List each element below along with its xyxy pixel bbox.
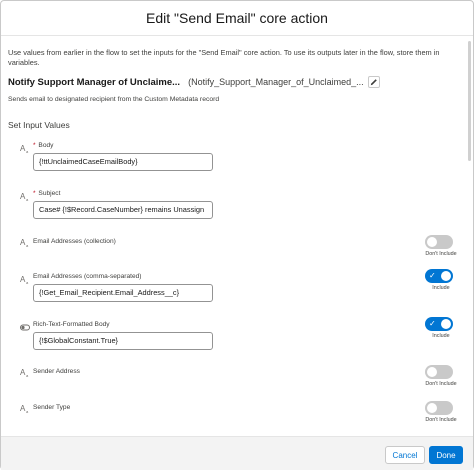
rich-text-body-input[interactable]: {!$GlobalConstant.True} [33,332,213,350]
done-button[interactable]: Done [429,446,463,464]
param-sender-address-label: Sender Address [33,368,80,375]
pencil-icon [370,79,377,86]
action-api-name: (Notify_Support_Manager_of_Unclaimed_... [188,77,364,87]
toggle-caption: Include [432,333,450,339]
action-label: Notify Support Manager of Unclaime... [8,76,181,88]
modal-header: Edit "Send Email" core action [1,1,473,36]
text-type-icon: A a [20,144,29,153]
modal-body: Use values from earlier in the flow to s… [1,36,473,436]
scrollbar[interactable] [468,41,471,161]
required-marker: * [33,190,36,197]
body-input[interactable]: {!ttUnclaimedCaseEmailBody} [33,153,213,171]
check-icon: ✓ [429,319,436,328]
param-sender-address: A a Sender Address Don't Include [1,365,473,399]
toggle-knob [427,237,437,247]
text-type-icon: A a [20,192,29,201]
email-comma-toggle[interactable]: ✓ [425,269,453,283]
action-description: Sends email to designated recipient from… [8,96,220,103]
email-comma-input[interactable]: {!Get_Email_Recipient.Email_Address__c} [33,284,213,302]
svg-text:a: a [26,243,29,247]
svg-text:a: a [26,409,29,413]
email-comma-toggle-wrap: ✓ Include [423,269,459,291]
email-collection-toggle-wrap: Don't Include [423,235,459,257]
edit-action-modal: Edit "Send Email" core action Use values… [0,0,474,470]
action-name-row: Notify Support Manager of Unclaime... (N… [8,76,380,88]
svg-text:a: a [26,373,29,377]
toggle-caption: Include [432,285,450,291]
sender-address-toggle-wrap: Don't Include [423,365,459,387]
param-body-label: * Body [33,142,53,149]
param-body: A a * Body {!ttUnclaimedCaseEmailBody} [1,141,473,175]
param-rich-text-body-label: Rich-Text-Formatted Body [33,321,110,328]
section-title: Set Input Values [8,120,70,130]
modal-footer: Cancel Done [1,436,473,470]
required-marker: * [33,142,36,149]
toggle-type-icon [20,324,30,331]
toggle-caption: Don't Include [425,381,457,387]
param-rich-text-body: Rich-Text-Formatted Body {!$GlobalConsta… [1,317,473,354]
svg-text:a: a [26,197,29,201]
toggle-knob [427,367,437,377]
text-type-icon: A a [20,404,29,413]
param-sender-type: A a Sender Type Don't Include [1,401,473,435]
toggle-knob [441,271,451,281]
text-type-icon: A a [20,275,29,284]
param-sender-type-label: Sender Type [33,404,71,411]
toggle-caption: Don't Include [425,417,457,423]
sender-type-toggle-wrap: Don't Include [423,401,459,423]
text-type-icon: A a [20,368,29,377]
toggle-caption: Don't Include [425,251,457,257]
svg-text:a: a [26,149,29,153]
toggle-knob [427,403,437,413]
param-email-comma: A a Email Addresses (comma-separated) {!… [1,269,473,306]
param-subject: A a * Subject Case# {!$Record.CaseNumber… [1,189,473,223]
check-icon: ✓ [429,271,436,280]
toggle-knob [441,319,451,329]
sender-address-toggle[interactable] [425,365,453,379]
modal-title: Edit "Send Email" core action [146,10,328,26]
text-type-icon: A a [20,238,29,247]
subject-input[interactable]: Case# {!$Record.CaseNumber} remains Unas… [33,201,213,219]
rich-text-body-toggle-wrap: ✓ Include [423,317,459,339]
param-email-comma-label: Email Addresses (comma-separated) [33,273,142,280]
svg-text:a: a [26,280,29,284]
param-subject-label: * Subject [33,190,60,197]
cancel-button[interactable]: Cancel [385,446,425,464]
email-collection-toggle[interactable] [425,235,453,249]
param-email-collection: A a Email Addresses (collection) Don't I… [1,235,473,269]
param-body-label-text: Body [38,142,54,149]
rich-text-body-toggle[interactable]: ✓ [425,317,453,331]
param-email-collection-label: Email Addresses (collection) [33,238,116,245]
edit-action-name-button[interactable] [367,76,380,88]
sender-type-toggle[interactable] [425,401,453,415]
param-subject-label-text: Subject [38,190,61,197]
intro-text: Use values from earlier in the flow to s… [8,48,440,67]
